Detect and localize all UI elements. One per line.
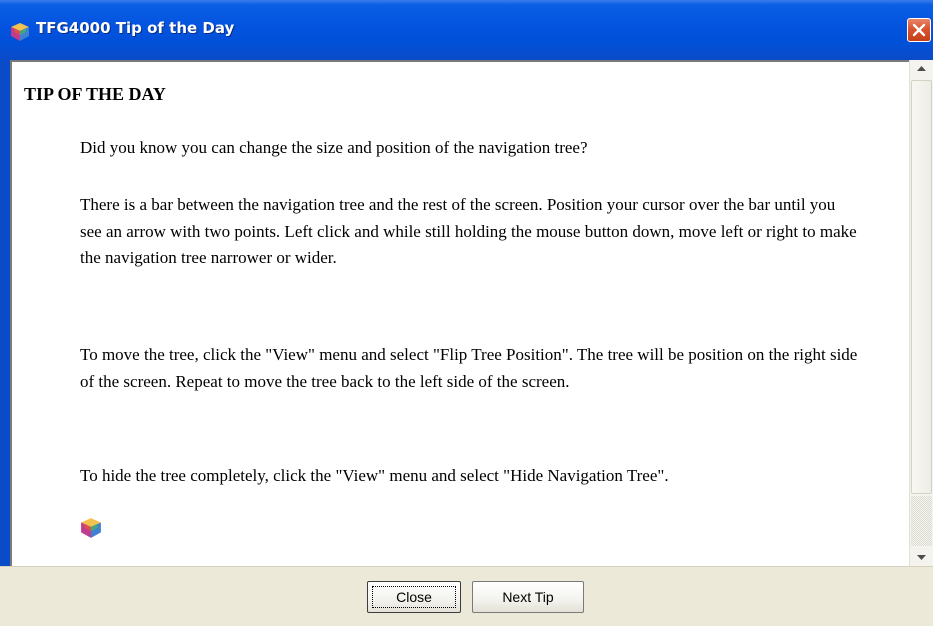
- vertical-scrollbar[interactable]: [909, 60, 933, 566]
- tip-paragraph-1: Did you know you can change the size and…: [80, 138, 588, 157]
- close-icon: [912, 23, 926, 37]
- tip-heading: TIP OF THE DAY: [24, 84, 166, 104]
- tip-of-the-day-dialog: TFG4000 Tip of the Day TIP OF THE DAY Di…: [0, 0, 933, 626]
- next-tip-button-label: Next Tip: [502, 589, 554, 605]
- cube-icon: [80, 517, 102, 539]
- arrow-up-icon: [917, 66, 926, 71]
- tip-content-area: TIP OF THE DAY Did you know you can chan…: [10, 60, 909, 566]
- title-bar[interactable]: TFG4000 Tip of the Day: [0, 0, 933, 60]
- scroll-up-button[interactable]: [912, 60, 931, 79]
- window-frame: [0, 60, 10, 566]
- tip-paragraph-3: To move the tree, click the "View" menu …: [80, 345, 858, 391]
- app-cube-icon: [10, 22, 30, 42]
- arrow-down-icon: [917, 555, 926, 560]
- button-bar: Close Next Tip: [0, 566, 933, 626]
- close-button-label: Close: [396, 589, 432, 605]
- close-window-button[interactable]: [907, 18, 931, 42]
- tip-paragraph-2: There is a bar between the navigation tr…: [80, 195, 857, 267]
- scroll-thumb[interactable]: [911, 80, 932, 494]
- scroll-track[interactable]: [911, 496, 932, 546]
- window-title: TFG4000 Tip of the Day: [36, 19, 235, 37]
- next-tip-button[interactable]: Next Tip: [472, 581, 584, 613]
- tip-paragraph-4: To hide the tree completely, click the "…: [80, 466, 669, 485]
- close-button[interactable]: Close: [367, 581, 461, 613]
- scroll-down-button[interactable]: [912, 547, 931, 566]
